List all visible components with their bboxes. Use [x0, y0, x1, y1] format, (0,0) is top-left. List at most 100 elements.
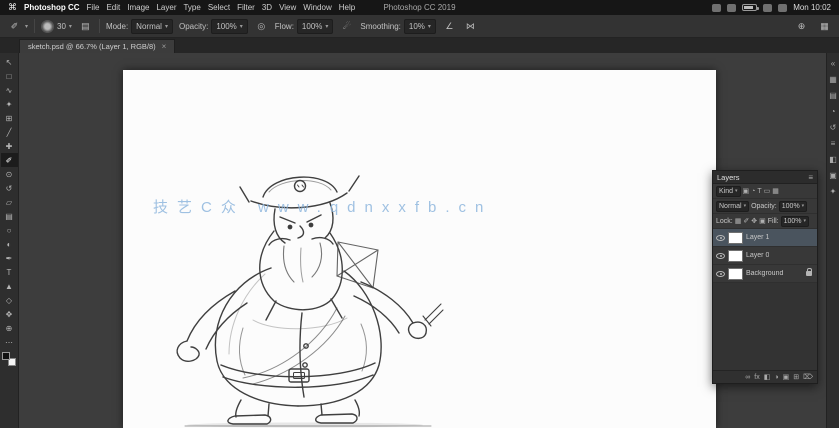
layer-filter-select[interactable]: Kind ▾ [716, 186, 741, 197]
layer-mask-icon[interactable]: ◧ [764, 373, 771, 381]
paths-panel-icon[interactable]: ▣ [828, 171, 839, 180]
filter-pixel-icon[interactable]: ▣ [743, 187, 750, 195]
layers-opacity-field[interactable]: 100% ▾ [779, 201, 807, 212]
layer-row-background[interactable]: Background [713, 265, 817, 283]
tool-preset-picker[interactable]: ✐ ▾ [7, 19, 28, 34]
visibility-eye-icon[interactable] [716, 271, 725, 277]
blend-mode-select[interactable]: Normal ▾ [716, 201, 749, 212]
panel-menu-icon[interactable]: ≡ [808, 173, 813, 182]
filter-shape-icon[interactable]: ▭ [764, 187, 771, 195]
lock-pixels-icon[interactable]: ✐ [743, 217, 749, 225]
layer-name[interactable]: Layer 0 [746, 252, 769, 259]
menu-clock[interactable]: Mon 10:02 [793, 3, 831, 12]
search-icon[interactable]: ⊕ [794, 19, 809, 34]
tool-eraser[interactable]: ▱ [1, 195, 18, 209]
tool-clone-stamp[interactable]: ⊙ [1, 167, 18, 181]
document-canvas[interactable]: 技艺C众 www.qdnxxfb.cn [123, 70, 716, 428]
lock-transparent-icon[interactable]: ▦ [735, 217, 742, 225]
tool-lasso[interactable]: ∿ [1, 83, 18, 97]
channels-panel-icon[interactable]: ◧ [828, 155, 839, 164]
filter-adjustment-icon[interactable]: ◔ [751, 188, 755, 195]
menu-file[interactable]: File [87, 3, 100, 12]
filter-smart-object-icon[interactable]: ▦ [772, 187, 779, 195]
tool-pen[interactable]: ✒ [1, 251, 18, 265]
swatches-panel-icon[interactable]: ▤ [828, 91, 839, 100]
layer-group-icon[interactable]: ▣ [783, 373, 790, 381]
layer-name[interactable]: Background [746, 270, 783, 277]
tool-zoom[interactable]: ⊕ [1, 321, 18, 335]
opacity-control[interactable]: Opacity: 100% ▾ [179, 19, 248, 34]
foreground-color-swatch[interactable] [2, 352, 10, 360]
smoothing-control[interactable]: Smoothing: 10% ▾ [360, 19, 436, 34]
tool-hand[interactable]: ✥ [1, 307, 18, 321]
tool-quick-selection[interactable]: ✦ [1, 97, 18, 111]
tool-history-brush[interactable]: ↺ [1, 181, 18, 195]
menu-filter[interactable]: Filter [237, 3, 255, 12]
notification-center-icon[interactable] [778, 4, 787, 12]
menu-image[interactable]: Image [127, 3, 149, 12]
menu-view[interactable]: View [279, 3, 296, 12]
tool-type[interactable]: T [1, 265, 18, 279]
tool-crop[interactable]: ⊞ [1, 111, 18, 125]
paint-symmetry-icon[interactable]: ⋈ [463, 19, 478, 34]
smoothing-field[interactable]: 10% ▾ [404, 19, 436, 34]
menu-edit[interactable]: Edit [106, 3, 120, 12]
tool-marquee[interactable]: □ [1, 69, 18, 83]
mode-select[interactable]: Normal ▾ [131, 19, 173, 34]
tool-path-selection[interactable]: ▲ [1, 279, 18, 293]
tool-blur[interactable]: ○ [1, 223, 18, 237]
menu-window[interactable]: Window [303, 3, 331, 12]
spotlight-icon[interactable] [763, 4, 772, 12]
filter-type-icon[interactable]: T [757, 188, 761, 195]
lock-all-icon[interactable]: ▣ [759, 217, 766, 225]
color-panel-icon[interactable]: ▦ [828, 75, 839, 84]
adjustments-panel-icon[interactable]: ◔ [828, 107, 839, 116]
opacity-field[interactable]: 100% ▾ [211, 19, 247, 34]
battery-icon[interactable] [742, 4, 757, 11]
document-tab[interactable]: sketch.psd @ 66.7% (Layer 1, RGB/8) × [19, 39, 175, 53]
menu-layer[interactable]: Layer [156, 3, 176, 12]
layers-panel-titlebar[interactable]: Layers ≡ [713, 171, 817, 184]
menu-select[interactable]: Select [208, 3, 230, 12]
layer-row-layer-1[interactable]: Layer 1 [713, 229, 817, 247]
close-icon[interactable]: × [162, 42, 167, 51]
history-panel-icon[interactable]: ↺ [828, 123, 839, 132]
visibility-eye-icon[interactable] [716, 235, 725, 241]
flow-field[interactable]: 100% ▾ [297, 19, 333, 34]
airbrush-icon[interactable]: ☄ [339, 19, 354, 34]
tool-eyedropper[interactable]: ╱ [1, 125, 18, 139]
pressure-opacity-icon[interactable]: ◎ [254, 19, 269, 34]
delete-layer-icon[interactable]: ⌦ [803, 373, 813, 381]
new-layer-icon[interactable]: ⊞ [793, 373, 799, 381]
tool-gradient[interactable]: ▤ [1, 209, 18, 223]
adjustment-layer-icon[interactable]: ◑ [774, 374, 778, 381]
menu-3d[interactable]: 3D [262, 3, 272, 12]
lock-position-icon[interactable]: ✥ [751, 217, 757, 225]
fill-field[interactable]: 100% ▾ [781, 216, 809, 227]
layer-row-layer-0[interactable]: Layer 0 [713, 247, 817, 265]
tool-shape[interactable]: ◇ [1, 293, 18, 307]
properties-panel-icon[interactable]: ≡ [828, 139, 839, 148]
flow-control[interactable]: Flow: 100% ▾ [275, 19, 334, 34]
layer-thumbnail[interactable] [728, 232, 743, 244]
tool-dodge[interactable]: ◐ [1, 237, 18, 251]
color-swatches[interactable] [2, 352, 16, 366]
menu-type[interactable]: Type [183, 3, 200, 12]
tool-healing-brush[interactable]: ✚ [1, 139, 18, 153]
tool-move[interactable]: ↖ [1, 55, 18, 69]
brushes-panel-icon[interactable]: ✦ [828, 187, 839, 196]
layer-thumbnail[interactable] [728, 268, 743, 280]
bluetooth-icon[interactable] [712, 4, 721, 12]
menu-help[interactable]: Help [339, 3, 355, 12]
workspace-switcher-icon[interactable]: ▦ [817, 19, 832, 34]
edit-toolbar-icon[interactable]: ⋯ [1, 335, 18, 349]
layer-name[interactable]: Layer 1 [746, 234, 769, 241]
wifi-icon[interactable] [727, 4, 736, 12]
expand-panels-icon[interactable]: « [828, 59, 839, 68]
link-layers-icon[interactable]: ∞ [745, 374, 750, 381]
apple-menu-icon[interactable]: ⌘ [8, 2, 17, 13]
brush-preset-picker[interactable]: 30 ▾ [41, 20, 72, 33]
app-menu-title[interactable]: Photoshop CC [24, 3, 80, 12]
layer-effects-icon[interactable]: fx [754, 374, 759, 381]
visibility-eye-icon[interactable] [716, 253, 725, 259]
